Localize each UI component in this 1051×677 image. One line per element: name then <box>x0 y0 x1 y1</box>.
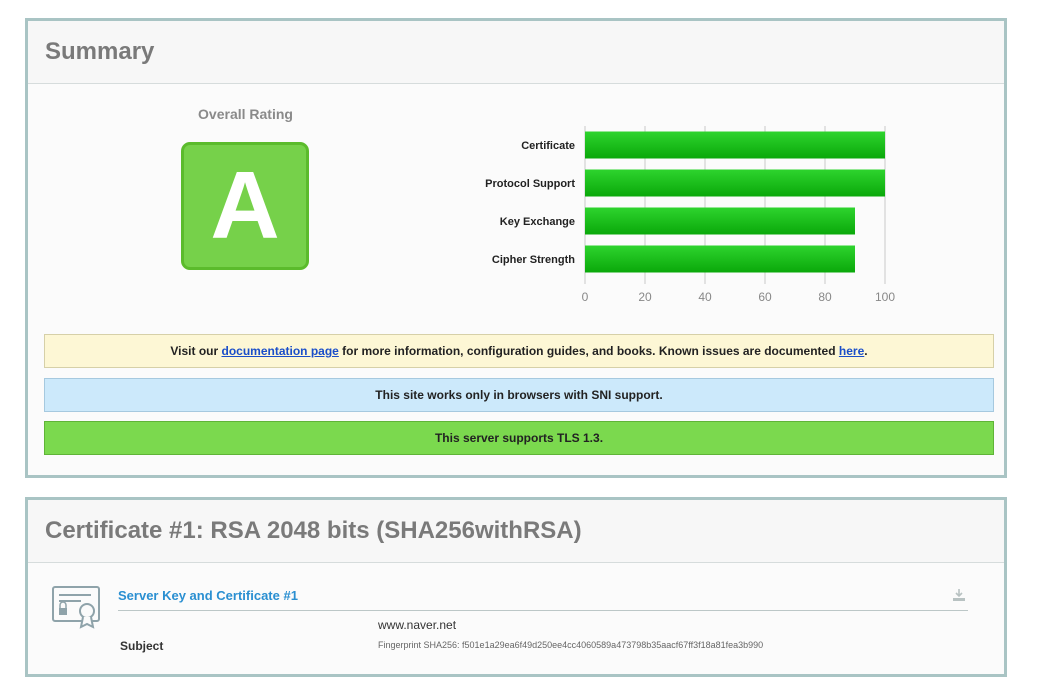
summary-title: Summary <box>28 21 1004 84</box>
docs-notice-suffix: . <box>864 344 868 358</box>
tls13-notice: This server supports TLS 1.3. <box>44 421 994 455</box>
docs-notice-prefix: Visit our <box>170 344 222 358</box>
documentation-page-link[interactable]: documentation page <box>222 344 339 358</box>
subject-common-name: www.naver.net <box>378 618 457 632</box>
known-issues-link[interactable]: here <box>839 344 864 358</box>
x-tick-label: 40 <box>698 290 712 304</box>
bar-key-exchange <box>585 207 855 235</box>
x-tick-label: 0 <box>582 290 589 304</box>
certificate-title: Certificate #1: RSA 2048 bits (SHA256wit… <box>28 500 1004 563</box>
category-label: Certificate <box>521 140 575 152</box>
overall-rating-label: Overall Rating <box>198 106 293 122</box>
certificate-panel: Certificate #1: RSA 2048 bits (SHA256wit… <box>25 497 1007 677</box>
section-divider <box>118 610 968 611</box>
x-tick-label: 20 <box>638 290 652 304</box>
subject-fingerprint: Fingerprint SHA256: f501e1a29ea6f49d250e… <box>378 640 764 650</box>
server-key-section-title: Server Key and Certificate #1 <box>118 588 298 603</box>
certificate-icon <box>51 585 103 634</box>
summary-panel: Summary Overall Rating A 0 20 40 60 80 100 Cer… <box>25 18 1007 478</box>
sni-notice: This site works only in browsers with SN… <box>44 378 994 412</box>
grade-badge: A <box>181 142 309 270</box>
subject-label: Subject <box>120 639 164 653</box>
bar-protocol-support <box>585 169 885 197</box>
x-tick-label: 80 <box>818 290 832 304</box>
rating-bar-chart: 0 20 40 60 80 100 Certificate Protocol Support K… <box>485 126 895 304</box>
x-tick-label: 100 <box>875 290 895 304</box>
x-tick-label: 60 <box>758 290 772 304</box>
bar-certificate <box>585 131 885 159</box>
docs-notice-middle: for more information, configuration guid… <box>338 344 839 358</box>
download-icon[interactable] <box>952 588 966 607</box>
category-label: Cipher Strength <box>492 254 575 266</box>
bar-cipher-strength <box>585 245 855 273</box>
category-label: Key Exchange <box>500 216 575 228</box>
documentation-notice: Visit our documentation page for more in… <box>44 334 994 368</box>
category-label: Protocol Support <box>485 178 575 190</box>
